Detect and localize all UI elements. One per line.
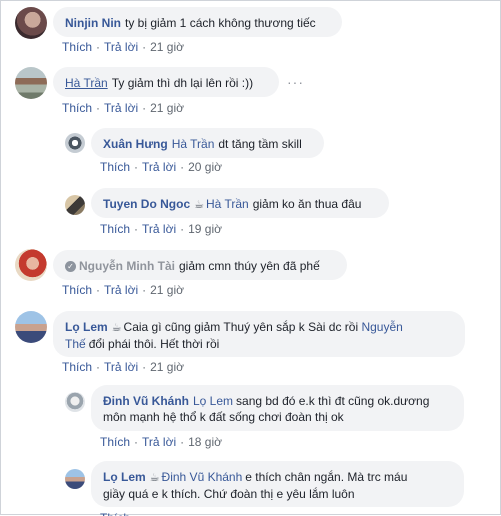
comment-bubble: Lọ Lem ☕ Caia gì cũng giảm Thuý yên sắp k …: [53, 311, 465, 357]
like-button[interactable]: Thích: [62, 40, 92, 54]
separator: ·: [134, 160, 139, 174]
timestamp[interactable]: 21 giờ: [150, 283, 184, 297]
like-button[interactable]: Thích: [100, 160, 130, 174]
comment-text: giảm cmn thúy yên đã phế: [179, 259, 320, 273]
avatar[interactable]: [15, 311, 47, 343]
coffee-icon: ☕: [111, 322, 122, 334]
timestamp[interactable]: 19 giờ: [188, 222, 222, 236]
comment-text: sang bd đó e.k thì đt cũng ok.dương: [236, 394, 430, 408]
separator: ·: [180, 435, 185, 449]
mention-link[interactable]: Hà Trần: [206, 197, 249, 211]
comment-bubble: ✓ Nguyễn Minh Tài giảm cmn thúy yên đã phế: [53, 250, 347, 280]
reply-button[interactable]: Trả lời: [104, 101, 138, 115]
reply-button[interactable]: Trả lời: [142, 222, 176, 236]
separator: ·: [180, 222, 185, 236]
timestamp[interactable]: 18 giờ: [188, 435, 222, 449]
like-button[interactable]: Thích: [100, 511, 130, 516]
like-button[interactable]: Thích: [100, 222, 130, 236]
reply-button[interactable]: Trả lời: [142, 435, 176, 449]
reply-button[interactable]: Trả lời: [104, 40, 138, 54]
comment-text: Ty giảm thì dh lại lên rồi :)): [111, 76, 254, 90]
comment-actions: Thích · Trả lời · 21 giờ: [62, 101, 184, 115]
comment-author[interactable]: Xuân Hưng: [103, 137, 168, 151]
comment-author[interactable]: Ninjin Nin: [65, 16, 121, 30]
separator: ·: [96, 360, 101, 374]
comment-actions: Thích · Trả lời · 20 giờ: [100, 160, 222, 174]
comment-author[interactable]: Hà Trần: [65, 76, 108, 90]
comment-actions: Thích · Trả lời · 19 giờ: [100, 222, 222, 236]
reply-button[interactable]: Trả lời: [104, 360, 138, 374]
separator: ·: [142, 40, 147, 54]
verified-icon: ✓: [65, 261, 76, 272]
separator: ·: [142, 283, 147, 297]
comment-author[interactable]: Nguyễn Minh Tài: [79, 259, 175, 273]
like-button[interactable]: Thích: [62, 283, 92, 297]
comment-author[interactable]: Lọ Lem: [65, 320, 108, 334]
comment-text: giảm ko ăn thua đâu: [252, 197, 362, 211]
comment-actions: Thích · Trả lời · 21 giờ: [62, 283, 184, 297]
timestamp[interactable]: 21 giờ: [150, 40, 184, 54]
like-button[interactable]: Thích: [62, 101, 92, 115]
comment-bubble: Xuân Hưng Hà Trần dt tăng tầm skill: [91, 128, 324, 158]
separator: ·: [134, 435, 139, 449]
avatar[interactable]: [65, 133, 85, 153]
comment-text: ty bị giảm 1 cách không thương tiếc: [125, 16, 316, 30]
comment-text: e thích chân ngắn. Mà trc máu: [245, 470, 408, 484]
comment-text: môn mạnh hệ thổ k đất sống chơi đoàn thị…: [103, 410, 344, 424]
avatar[interactable]: [65, 392, 85, 412]
mention-link[interactable]: Nguyễn: [361, 320, 402, 334]
comment-bubble: Tuyen Do Ngoc ☕ Hà Trần giảm ko ăn thua đâu: [91, 188, 389, 218]
comment-bubble: Đinh Vũ Khánh Lọ Lem sang bd đó e.k thì đt…: [91, 385, 464, 431]
like-button[interactable]: Thích: [100, 435, 130, 449]
comment-bubble: Lọ Lem ☕ Đinh Vũ Khánh e thích chân ngắn. M…: [91, 461, 464, 507]
timestamp[interactable]: 21 giờ: [150, 360, 184, 374]
timestamp[interactable]: 20 giờ: [188, 160, 222, 174]
reply-button[interactable]: Trả lời: [142, 160, 176, 174]
coffee-icon: ☕: [194, 199, 204, 211]
avatar[interactable]: [65, 195, 85, 215]
comment-author[interactable]: Tuyen Do Ngoc: [103, 197, 190, 211]
coffee-icon: ☕: [149, 472, 160, 484]
comment-text: dt tăng tầm skill: [218, 137, 302, 151]
comment-text: Caia gì cũng giảm Thuý yên sắp k Sài dc …: [123, 320, 359, 334]
comment-actions-partial: Thích: [100, 511, 130, 516]
separator: ·: [142, 360, 147, 374]
comment-author[interactable]: Đinh Vũ Khánh: [103, 394, 189, 408]
comment-author[interactable]: Lọ Lem: [103, 470, 146, 484]
avatar[interactable]: [15, 249, 47, 281]
comment-text: đổi phái thôi. Hết thời rồi: [88, 337, 220, 351]
more-options-icon[interactable]: ···: [287, 74, 304, 90]
comment-bubble: Ninjin Nin ty bị giảm 1 cách không thương…: [53, 7, 342, 37]
comment-actions: Thích · Trả lời · 21 giờ: [62, 360, 184, 374]
mention-link[interactable]: Thế: [65, 337, 86, 351]
separator: ·: [180, 160, 185, 174]
separator: ·: [96, 101, 101, 115]
comment-text: giầy quá e k thích. Chứ đoàn thị e yêu l…: [103, 487, 355, 501]
avatar[interactable]: [15, 7, 47, 39]
reply-button[interactable]: Trả lời: [104, 283, 138, 297]
separator: ·: [134, 222, 139, 236]
comment-bubble: Hà Trần Ty giảm thì dh lại lên rồi :)): [53, 67, 279, 97]
comment-actions: Thích · Trả lời · 18 giờ: [100, 435, 222, 449]
mention-link[interactable]: Đinh Vũ Khánh: [162, 470, 243, 484]
mention-link[interactable]: Hà Trần: [172, 137, 215, 151]
separator: ·: [142, 101, 147, 115]
separator: ·: [96, 40, 101, 54]
like-button[interactable]: Thích: [62, 360, 92, 374]
avatar[interactable]: [65, 469, 85, 489]
avatar[interactable]: [15, 67, 47, 99]
comment-actions: Thích · Trả lời · 21 giờ: [62, 40, 184, 54]
timestamp[interactable]: 21 giờ: [150, 101, 184, 115]
mention-link[interactable]: Lọ Lem: [193, 394, 233, 408]
separator: ·: [96, 283, 101, 297]
